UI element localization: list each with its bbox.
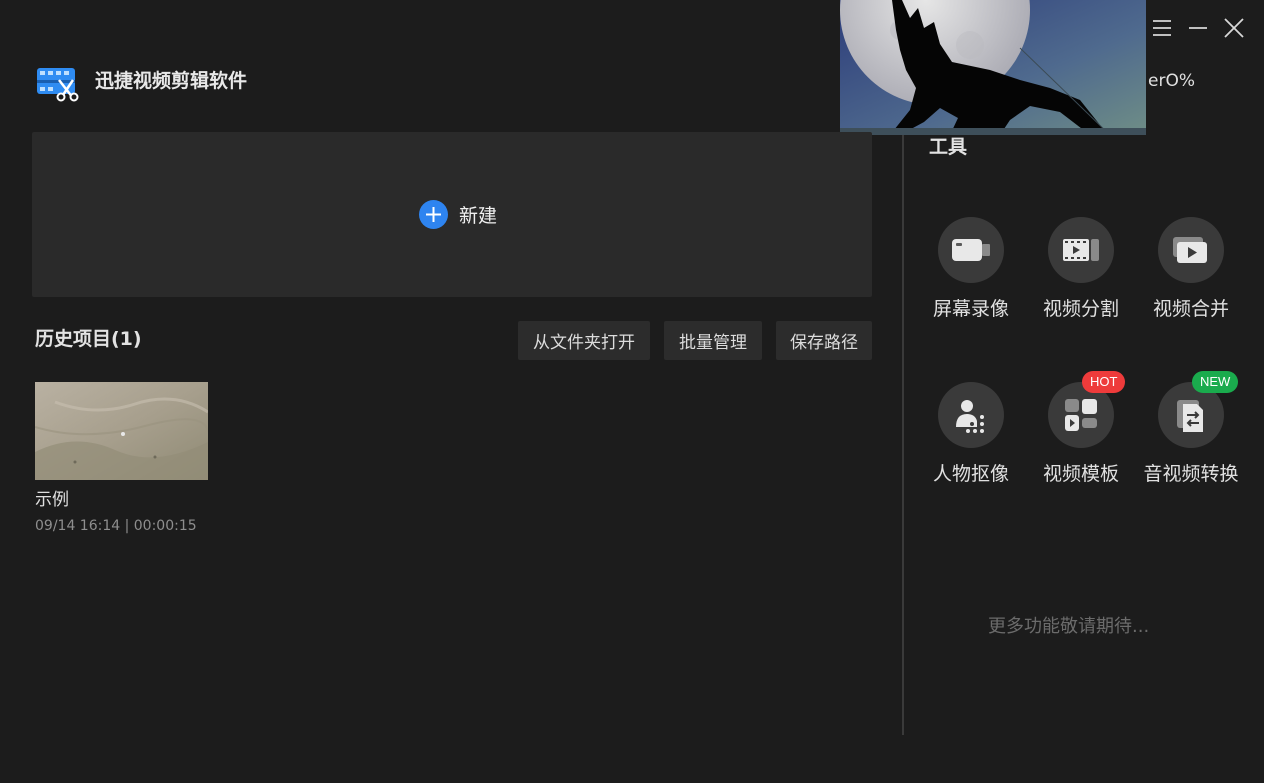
tool-video-merge[interactable]: 视频合并 [1136, 217, 1246, 322]
film-split-icon [1048, 217, 1114, 283]
floating-preview-image [840, 0, 1146, 135]
tool-label: 人物抠像 [932, 463, 1009, 485]
hamburger-menu-icon [1153, 20, 1171, 36]
app-logo [37, 66, 81, 102]
tool-label: 视频模板 [1042, 463, 1119, 485]
minimize-button[interactable] [1184, 14, 1212, 42]
close-icon [1224, 18, 1244, 38]
tools-title: 工具 [929, 136, 968, 158]
tool-label: 视频分割 [1042, 298, 1119, 320]
tool-portrait-cutout[interactable]: 人物抠像 [916, 382, 1026, 487]
close-button[interactable] [1220, 14, 1248, 42]
tool-label: 视频合并 [1152, 298, 1229, 320]
new-badge: NEW [1192, 371, 1239, 393]
camera-icon [938, 217, 1004, 283]
minimize-icon [1189, 27, 1207, 29]
new-project-label: 新建 [458, 205, 497, 227]
open-from-folder-button[interactable]: 从文件夹打开 [518, 321, 650, 360]
app-title: 迅捷视频剪辑软件 [95, 70, 248, 92]
panel-divider [902, 135, 904, 735]
batch-manage-button[interactable]: 批量管理 [664, 321, 762, 360]
project-name: 示例 [35, 490, 69, 510]
portrait-cutout-icon [938, 382, 1004, 448]
project-thumbnail[interactable] [35, 382, 208, 480]
project-meta: 09/14 16:14 | 00:00:15 [35, 518, 197, 534]
more-coming-text: 更多功能敬请期待... [988, 616, 1150, 637]
plus-icon [418, 200, 448, 229]
hot-badge: HOT [1082, 371, 1126, 393]
overlay-label: erO% [1148, 71, 1195, 91]
history-title: 历史项目(1) [35, 328, 142, 350]
new-project-button[interactable]: 新建 [32, 132, 872, 297]
tool-video-split[interactable]: 视频分割 [1026, 217, 1136, 322]
video-merge-icon [1158, 217, 1224, 283]
tool-av-convert[interactable]: NEW 音视频转换 [1136, 371, 1246, 487]
tool-screen-record[interactable]: 屏幕录像 [916, 217, 1026, 322]
tool-video-template[interactable]: HOT 视频模板 [1026, 371, 1136, 487]
project-card[interactable]: 示例 09/14 16:14 | 00:00:15 [35, 382, 208, 535]
template-grid-icon: HOT [1048, 371, 1126, 448]
tool-label: 音视频转换 [1143, 463, 1239, 485]
save-path-button[interactable]: 保存路径 [776, 321, 872, 360]
menu-button[interactable] [1148, 14, 1176, 42]
tool-label: 屏幕录像 [932, 298, 1009, 320]
file-convert-icon: NEW [1158, 371, 1239, 448]
